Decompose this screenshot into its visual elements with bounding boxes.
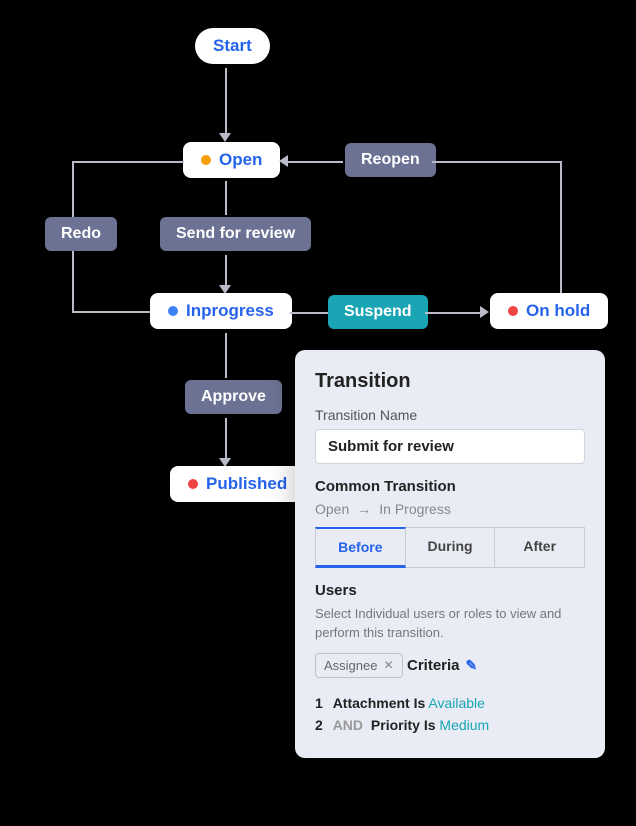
close-icon[interactable]: ✕ xyxy=(383,658,393,672)
arrowhead-icon xyxy=(480,306,489,318)
transition-tabs: Before During After xyxy=(315,527,585,568)
node-label: On hold xyxy=(526,301,590,321)
transition-label: Suspend xyxy=(344,303,412,320)
edge-start-open xyxy=(225,68,227,133)
node-label: Start xyxy=(213,36,252,56)
transition-reopen[interactable]: Reopen xyxy=(345,143,436,177)
criteria-num: 1 xyxy=(315,695,323,711)
transition-label: Approve xyxy=(201,388,266,405)
transition-approve[interactable]: Approve xyxy=(185,380,282,414)
edge-reopen-open xyxy=(288,161,343,163)
edge-send-inprog xyxy=(225,255,227,285)
transition-name-input[interactable] xyxy=(315,429,585,464)
common-to: In Progress xyxy=(379,501,451,517)
edge-onhold-reopen xyxy=(432,161,562,163)
criteria-row: 2 AND Priority Is Medium xyxy=(315,714,585,736)
criteria-operator: AND xyxy=(333,717,363,733)
transition-label: Reopen xyxy=(361,151,420,168)
node-onhold[interactable]: On hold xyxy=(490,293,608,329)
transition-redo[interactable]: Redo xyxy=(45,217,117,251)
edge-approve-pub xyxy=(225,418,227,458)
chip-label: Assignee xyxy=(324,658,377,673)
node-open[interactable]: Open xyxy=(183,142,280,178)
tab-during[interactable]: During xyxy=(406,527,496,567)
criteria-row: 1 Attachment Is Available xyxy=(315,692,585,714)
transition-suspend[interactable]: Suspend xyxy=(328,295,428,329)
node-label: Published xyxy=(206,474,287,494)
common-transition-title: Common Transition xyxy=(315,478,585,495)
edit-icon[interactable]: ✎ xyxy=(466,657,478,674)
edge-inprog-suspend xyxy=(290,312,328,314)
arrowhead-icon xyxy=(219,133,231,142)
criteria-value: Medium xyxy=(439,717,489,733)
tab-after[interactable]: After xyxy=(495,527,585,567)
edge-redo-bottom xyxy=(72,311,150,313)
node-label: Inprogress xyxy=(186,301,274,321)
tab-before[interactable]: Before xyxy=(315,527,406,568)
edge-open-left xyxy=(72,161,184,163)
criteria-field: Priority Is xyxy=(371,717,436,733)
edge-suspend-onhold xyxy=(425,312,480,314)
edge-open-sendv xyxy=(225,181,227,215)
node-start[interactable]: Start xyxy=(195,28,270,64)
criteria-title: Criteria ✎ xyxy=(407,657,477,674)
users-help: Select Individual users or roles to view… xyxy=(315,605,585,643)
criteria-field: Attachment Is xyxy=(333,695,426,711)
arrow-right-icon: → xyxy=(357,501,371,517)
status-dot-icon xyxy=(168,306,178,316)
panel-title: Transition xyxy=(315,370,585,393)
status-dot-icon xyxy=(508,306,518,316)
transition-panel: Transition Transition Name Common Transi… xyxy=(295,350,605,758)
criteria-value: Available xyxy=(428,695,485,711)
common-from: Open xyxy=(315,501,349,517)
node-published[interactable]: Published xyxy=(170,466,305,502)
edge-onhold-vert xyxy=(560,161,562,291)
common-transition-path: Open → In Progress xyxy=(315,501,585,517)
status-dot-icon xyxy=(201,155,211,165)
edge-inprog-approve xyxy=(225,333,227,378)
transition-label: Redo xyxy=(61,225,101,242)
transition-name-label: Transition Name xyxy=(315,407,585,423)
users-title: Users xyxy=(315,582,585,599)
status-dot-icon xyxy=(188,479,198,489)
workflow-canvas: Start Open Reopen Redo Send for review I… xyxy=(0,0,636,826)
transition-send-for-review[interactable]: Send for review xyxy=(160,217,311,251)
transition-label: Send for review xyxy=(176,225,295,242)
arrowhead-icon xyxy=(279,155,288,167)
node-label: Open xyxy=(219,150,262,170)
criteria-num: 2 xyxy=(315,717,323,733)
user-chip-assignee[interactable]: Assignee ✕ xyxy=(315,653,403,678)
node-inprogress[interactable]: Inprogress xyxy=(150,293,292,329)
criteria-title-text: Criteria xyxy=(407,657,460,674)
edge-onhold-connect xyxy=(560,291,562,293)
